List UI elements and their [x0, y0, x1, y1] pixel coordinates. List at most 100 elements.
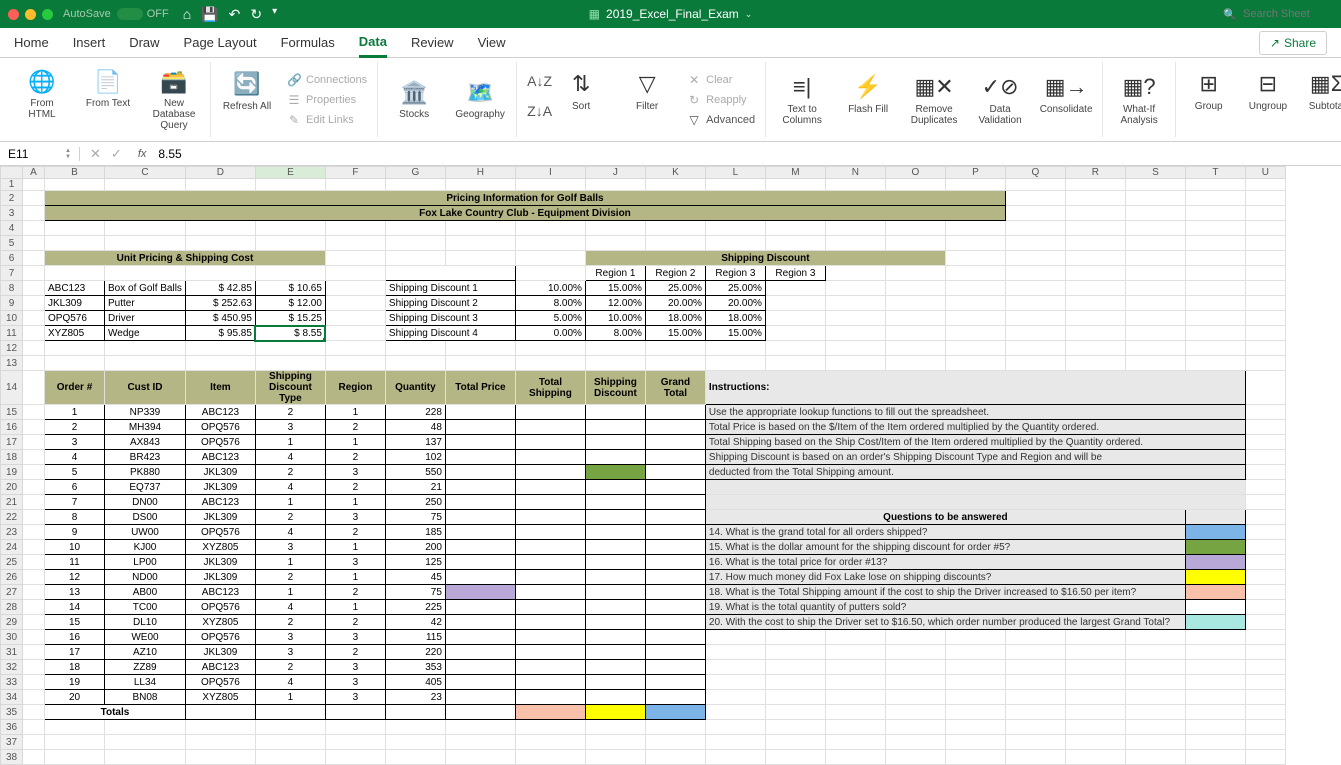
cell[interactable]: 15.00% [585, 281, 645, 296]
cell[interactable] [645, 510, 705, 525]
cell[interactable]: 1 [325, 495, 385, 510]
cell[interactable] [1245, 510, 1285, 525]
reapply-button[interactable]: ↻Reapply [687, 91, 755, 109]
cell[interactable] [325, 735, 385, 750]
ungroup-button[interactable]: ⊟Ungroup [1245, 71, 1290, 112]
cell[interactable] [105, 266, 186, 281]
row-header[interactable]: 3 [1, 206, 23, 221]
cell[interactable] [1185, 735, 1245, 750]
cell[interactable] [1005, 191, 1065, 206]
row-header[interactable]: 23 [1, 525, 23, 540]
cell[interactable] [1065, 750, 1125, 765]
cell[interactable] [445, 540, 515, 555]
cell[interactable] [885, 326, 945, 341]
cell[interactable] [23, 450, 45, 465]
cell[interactable]: 2 [255, 510, 325, 525]
cell[interactable]: 25.00% [705, 281, 765, 296]
cell[interactable] [825, 221, 885, 236]
cell[interactable]: 250 [385, 495, 445, 510]
cell[interactable] [515, 480, 585, 495]
cell[interactable] [1125, 221, 1185, 236]
cell[interactable]: JKL309 [185, 480, 255, 495]
cell[interactable] [585, 356, 645, 371]
cell[interactable]: LL34 [105, 675, 186, 690]
cell[interactable]: 220 [385, 645, 445, 660]
cell[interactable] [445, 720, 515, 735]
cell[interactable] [1185, 600, 1245, 615]
row-header[interactable]: 37 [1, 735, 23, 750]
cell[interactable] [885, 311, 945, 326]
cell[interactable] [1125, 191, 1185, 206]
row-header[interactable]: 35 [1, 705, 23, 720]
cell[interactable] [1125, 356, 1185, 371]
cell[interactable] [1065, 645, 1125, 660]
undo-icon[interactable]: ↶ [229, 6, 241, 23]
cell[interactable] [1185, 585, 1245, 600]
tab-view[interactable]: View [478, 29, 506, 56]
cell[interactable] [1245, 371, 1285, 405]
cell[interactable] [585, 555, 645, 570]
cell[interactable] [645, 480, 705, 495]
cell[interactable]: 8 [45, 510, 105, 525]
cell[interactable] [445, 675, 515, 690]
cell[interactable]: Shipping Discount 3 [385, 311, 515, 326]
cell[interactable] [1185, 341, 1245, 356]
cell[interactable]: UW00 [105, 525, 186, 540]
cell[interactable] [1245, 266, 1285, 281]
cell[interactable] [1125, 311, 1185, 326]
cell[interactable]: 405 [385, 675, 445, 690]
cell[interactable] [825, 735, 885, 750]
cell[interactable] [515, 570, 585, 585]
cell[interactable] [255, 341, 325, 356]
cell[interactable] [385, 251, 445, 266]
cell[interactable] [705, 630, 765, 645]
cell[interactable] [1065, 630, 1125, 645]
cell[interactable] [585, 420, 645, 435]
cell[interactable] [765, 690, 825, 705]
cell[interactable] [1065, 341, 1125, 356]
cell[interactable]: 1 [325, 435, 385, 450]
autosave-toggle[interactable] [117, 8, 143, 20]
cell[interactable]: ABC123 [185, 660, 255, 675]
cell[interactable] [445, 405, 515, 420]
cell[interactable]: Use the appropriate lookup functions to … [705, 405, 1245, 420]
cell[interactable] [1005, 690, 1065, 705]
cell[interactable] [255, 221, 325, 236]
cell[interactable] [325, 750, 385, 765]
cell[interactable] [1125, 326, 1185, 341]
cell[interactable] [23, 735, 45, 750]
cell[interactable]: 20 [45, 690, 105, 705]
row-header[interactable]: 8 [1, 281, 23, 296]
cell[interactable]: 4 [255, 675, 325, 690]
cell[interactable] [45, 341, 105, 356]
cell[interactable] [515, 735, 585, 750]
cell[interactable]: 0.00% [515, 326, 585, 341]
cell[interactable] [945, 660, 1005, 675]
cell[interactable] [765, 675, 825, 690]
cell[interactable] [385, 221, 445, 236]
cell[interactable] [325, 356, 385, 371]
cell[interactable] [825, 645, 885, 660]
cell[interactable] [1005, 341, 1065, 356]
cell[interactable]: 4 [45, 450, 105, 465]
cell[interactable] [1125, 735, 1185, 750]
cell[interactable] [1005, 281, 1065, 296]
zoom-window-icon[interactable] [42, 9, 53, 20]
cell[interactable]: 2 [325, 450, 385, 465]
cell[interactable] [255, 750, 325, 765]
cell[interactable] [885, 281, 945, 296]
cell[interactable] [445, 510, 515, 525]
cell[interactable] [23, 221, 45, 236]
cell[interactable] [585, 480, 645, 495]
cell[interactable]: 15.00% [645, 326, 705, 341]
row-header[interactable]: 19 [1, 465, 23, 480]
cell[interactable] [765, 720, 825, 735]
cell[interactable]: 42 [385, 615, 445, 630]
cell[interactable] [885, 236, 945, 251]
cell[interactable] [945, 251, 1005, 266]
cell[interactable] [1185, 705, 1245, 720]
cell[interactable]: PK880 [105, 465, 186, 480]
cell[interactable]: BR423 [105, 450, 186, 465]
cell[interactable] [1185, 236, 1245, 251]
cell[interactable]: ZZ89 [105, 660, 186, 675]
